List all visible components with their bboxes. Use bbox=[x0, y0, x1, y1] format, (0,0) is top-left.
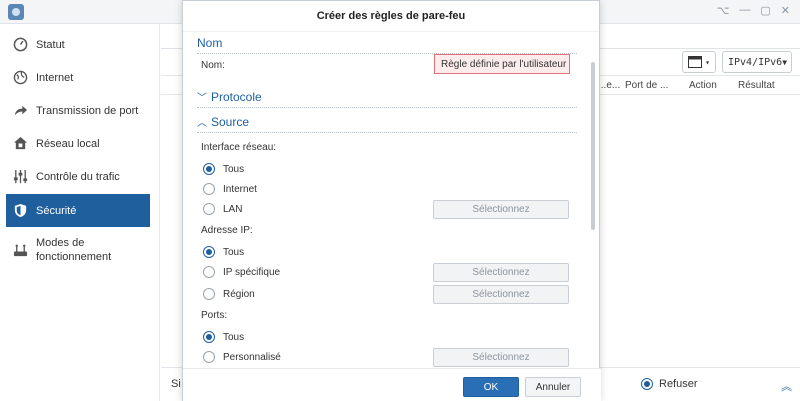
column-header[interactable]: Port de ... bbox=[625, 80, 668, 91]
sidebar-item-label: Internet bbox=[36, 71, 74, 84]
radio-button[interactable] bbox=[203, 288, 215, 300]
dialog-footer: OK Annuler bbox=[183, 368, 601, 401]
ok-button[interactable]: OK bbox=[463, 377, 519, 397]
option-label: LAN bbox=[223, 203, 243, 215]
ip-label: Adresse IP: bbox=[201, 225, 253, 236]
sidebar-item-traffic-control[interactable]: Contrôle du trafic bbox=[6, 160, 150, 193]
column-header[interactable]: Action bbox=[689, 80, 717, 91]
ports-option-custom[interactable]: Personnalisé bbox=[203, 351, 281, 363]
dialog-body: Nom Nom: Règle définie par l'utilisateur… bbox=[183, 32, 601, 368]
chevron-up-icon: ︿ bbox=[197, 118, 207, 129]
radio-button[interactable] bbox=[203, 351, 215, 363]
sidebar-item-label: Modes de fonctionnement bbox=[36, 237, 112, 263]
name-field-value: Règle définie par l'utilisateur bbox=[441, 58, 567, 70]
cancel-button[interactable]: Annuler bbox=[525, 377, 581, 397]
router-icon bbox=[12, 242, 28, 258]
interface-label: Interface réseau: bbox=[201, 142, 277, 153]
window-controls: ⌥ — ▢ ✕ bbox=[717, 4, 790, 17]
app-icon bbox=[8, 4, 24, 20]
status-icon bbox=[12, 37, 28, 53]
refuse-radio[interactable]: Refuser bbox=[641, 378, 698, 390]
sidebar: Statut Internet Transmission de port Rés… bbox=[0, 24, 160, 401]
select-ip-button[interactable]: Sélectionnez bbox=[433, 263, 569, 282]
ports-option-tous[interactable]: Tous bbox=[203, 331, 244, 343]
close-icon[interactable]: ✕ bbox=[781, 4, 790, 17]
column-header[interactable]: ...e... bbox=[598, 80, 620, 91]
option-label: IP spécifique bbox=[223, 266, 281, 278]
ip-option-tous[interactable]: Tous bbox=[203, 246, 244, 258]
toolbar: ▾ IPv4/IPv6 ▼ bbox=[682, 51, 792, 73]
select-ports-button[interactable]: Sélectionnez bbox=[433, 348, 569, 367]
option-label: Tous bbox=[223, 246, 245, 258]
home-network-icon bbox=[12, 136, 28, 152]
sidebar-item-port-forwarding[interactable]: Transmission de port bbox=[6, 94, 150, 127]
option-label: Tous bbox=[223, 163, 245, 175]
section-title: Nom bbox=[197, 35, 223, 50]
section-source[interactable]: ︿ Source bbox=[197, 111, 577, 133]
select-interface-button[interactable]: Sélectionnez bbox=[433, 200, 569, 219]
sliders-icon bbox=[12, 169, 28, 185]
shield-icon bbox=[12, 203, 28, 219]
name-field[interactable]: Règle définie par l'utilisateur bbox=[434, 54, 570, 74]
chevron-down-icon: ▼ bbox=[782, 57, 788, 67]
radio-button[interactable] bbox=[203, 266, 215, 278]
refuse-label: Refuser bbox=[659, 378, 698, 390]
sidebar-item-label: Statut bbox=[36, 38, 65, 51]
column-header[interactable]: Résultat bbox=[738, 80, 775, 91]
sidebar-item-statut[interactable]: Statut bbox=[6, 28, 150, 61]
option-label: Tous bbox=[223, 331, 245, 343]
radio-button[interactable] bbox=[203, 203, 215, 215]
minimize-icon[interactable]: — bbox=[739, 4, 750, 17]
chevron-down-icon: ﹀ bbox=[197, 93, 207, 104]
firewall-rule-dialog: Créer des règles de pare-feu Nom Nom: Rè… bbox=[182, 0, 601, 401]
view-toggle-button[interactable]: ▾ bbox=[682, 51, 716, 73]
partial-label: Si bbox=[171, 378, 181, 390]
maximize-icon[interactable]: ▢ bbox=[760, 4, 770, 17]
ip-version-select[interactable]: IPv4/IPv6 ▼ bbox=[722, 51, 792, 73]
sidebar-item-local-network[interactable]: Réseau local bbox=[6, 127, 150, 160]
dialog-title: Créer des règles de pare-feu bbox=[183, 1, 599, 32]
sidebar-item-label: Contrôle du trafic bbox=[36, 170, 120, 183]
button-label: Sélectionnez bbox=[472, 267, 530, 278]
radio-selected[interactable] bbox=[641, 378, 653, 390]
interface-option-internet[interactable]: Internet bbox=[203, 183, 257, 195]
radio-button[interactable] bbox=[203, 183, 215, 195]
ip-option-specific[interactable]: IP spécifique bbox=[203, 266, 280, 278]
sidebar-item-label: Réseau local bbox=[36, 137, 100, 150]
ip-option-region[interactable]: Région bbox=[203, 288, 255, 300]
layout-icon bbox=[688, 56, 703, 68]
section-title: Protocole bbox=[211, 89, 262, 104]
button-label: Sélectionnez bbox=[472, 352, 530, 363]
globe-icon bbox=[12, 70, 28, 86]
ip-version-value: IPv4/IPv6 bbox=[728, 56, 783, 68]
name-label: Nom: bbox=[201, 60, 225, 71]
option-label: Région bbox=[223, 288, 255, 300]
radio-button[interactable] bbox=[203, 163, 215, 175]
sidebar-item-label: Sécurité bbox=[36, 204, 77, 217]
collapse-chevron-icon[interactable]: ︽ bbox=[781, 378, 792, 394]
interface-option-lan[interactable]: LAN bbox=[203, 203, 242, 215]
sidebar-item-label: Transmission de port bbox=[36, 104, 139, 117]
select-region-button[interactable]: Sélectionnez bbox=[433, 285, 569, 304]
scrollbar[interactable] bbox=[591, 62, 595, 230]
radio-button[interactable] bbox=[203, 246, 215, 258]
button-label: Sélectionnez bbox=[472, 204, 530, 215]
ports-label: Ports: bbox=[201, 310, 228, 321]
option-label: Personnalisé bbox=[223, 351, 281, 363]
section-protocole[interactable]: ﹀ Protocole bbox=[197, 86, 577, 108]
section-nom: Nom bbox=[197, 32, 577, 54]
pin-icon[interactable]: ⌥ bbox=[717, 4, 730, 17]
button-label: Sélectionnez bbox=[472, 289, 530, 300]
section-title: Source bbox=[211, 114, 250, 129]
radio-button[interactable] bbox=[203, 331, 215, 343]
option-label: Internet bbox=[223, 183, 257, 195]
interface-option-tous[interactable]: Tous bbox=[203, 163, 244, 175]
sidebar-item-security[interactable]: Sécurité bbox=[6, 194, 150, 227]
sidebar-item-operation-modes[interactable]: Modes de fonctionnement bbox=[6, 228, 150, 272]
sidebar-item-internet[interactable]: Internet bbox=[6, 61, 150, 94]
forward-arrow-icon bbox=[12, 103, 28, 119]
